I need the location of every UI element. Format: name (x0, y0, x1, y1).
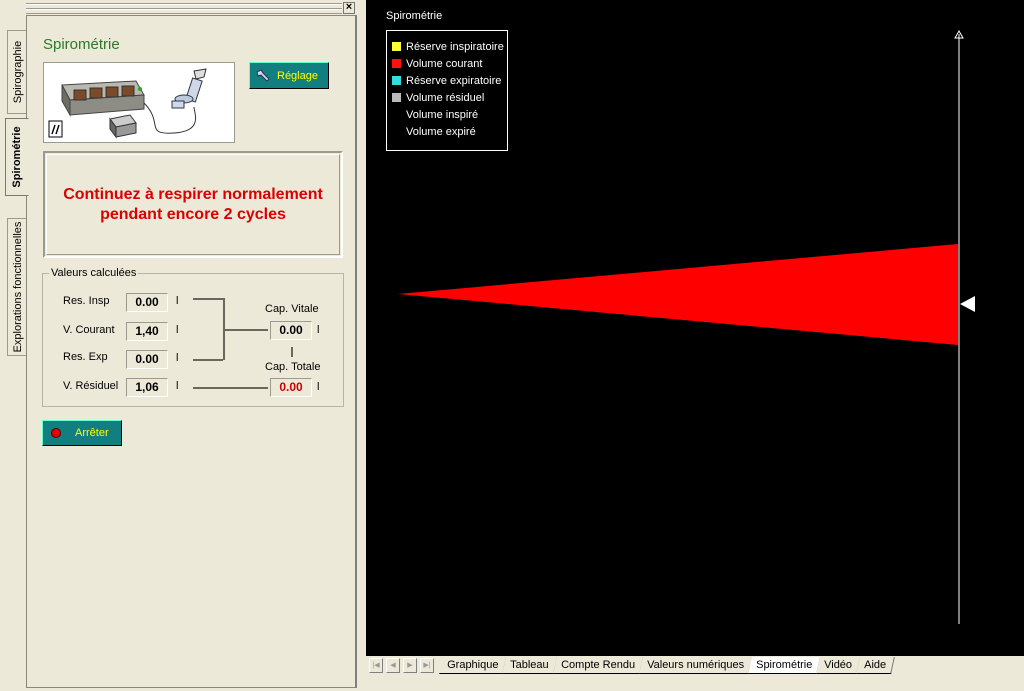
tab-aide[interactable]: Aide (856, 657, 895, 674)
cap-vitale-label: Cap. Vitale (265, 303, 319, 315)
res-insp-value: 0.00 (126, 293, 168, 312)
cap-vitale-unit: l (317, 324, 320, 336)
chart-legend: Réserve inspiratoire Volume courant Rése… (386, 30, 508, 151)
legend-item-reserve-inspiratoire: Réserve inspiratoire (387, 39, 507, 56)
spirometry-chart-area: Spirométrie Réserve inspiratoire Volume … (366, 0, 1024, 656)
spirometer-illustration (48, 68, 207, 139)
instruction-message: Continuez à respirer normalement pendant… (63, 185, 323, 223)
sheet-tabs: Graphique Tableau Compte Rendu Valeurs n… (439, 657, 895, 675)
v-residuel-label: V. Résiduel (63, 380, 119, 392)
tab-graphique[interactable]: Graphique (439, 657, 508, 674)
values-legend: Valeurs calculées (49, 267, 139, 279)
spirometer-device-image (43, 62, 235, 143)
next-tab-button[interactable]: ▶ (403, 658, 417, 673)
v-courant-value: 1,40 (126, 322, 168, 341)
tab-spirometrie[interactable]: Spirométrie (5, 118, 29, 196)
v-courant-label: V. Courant (63, 324, 115, 336)
cap-vitale-value: 0.00 (270, 321, 312, 340)
cap-totale-value: 0.00 (270, 378, 312, 397)
tab-compte-rendu[interactable]: Compte Rendu (553, 657, 644, 674)
close-button[interactable]: × (343, 2, 355, 14)
res-exp-value: 0.00 (126, 350, 168, 369)
panel-grip[interactable] (26, 1, 342, 14)
res-exp-label: Res. Exp (63, 351, 108, 363)
tab-spirometrie-sheet[interactable]: Spirométrie (748, 657, 821, 674)
wrench-icon (256, 68, 270, 82)
cap-totale-label: Cap. Totale (265, 361, 321, 373)
legend-item-reserve-expiratoire: Réserve expiratoire (387, 73, 507, 90)
left-panel: × Spirographie Spirométrie Explorations … (0, 0, 366, 691)
cap-totale-unit: l (317, 381, 320, 393)
first-icon: |◀ (372, 662, 380, 669)
bottom-tab-bar: |◀ ◀ ▶ ▶| Graphique Tableau Compte Rendu… (366, 656, 1024, 691)
res-exp-unit: l (176, 352, 179, 364)
legend-item-volume-inspire: Volume inspiré (406, 109, 479, 121)
prev-icon: ◀ (390, 662, 396, 669)
v-residuel-value: 1,06 (126, 378, 168, 397)
v-courant-unit: l (176, 324, 179, 336)
res-insp-label: Res. Insp (63, 295, 110, 307)
last-icon: ▶| (423, 662, 431, 669)
prev-tab-button[interactable]: ◀ (386, 658, 400, 673)
instruction-message-box: Continuez à respirer normalement pendant… (43, 151, 343, 258)
legend-item-volume-expire: Volume expiré (406, 126, 476, 138)
stop-record-icon (51, 428, 61, 438)
current-value-marker (960, 296, 975, 312)
legend-item-volume-courant: Volume courant (387, 56, 507, 73)
volume-wedge (398, 244, 958, 345)
tab-spirographie[interactable]: Spirographie (7, 30, 28, 114)
reglage-button[interactable]: Réglage (249, 62, 329, 89)
last-tab-button[interactable]: ▶| (420, 658, 434, 673)
next-icon: ▶ (407, 662, 413, 669)
calculated-values-group: Valeurs calculées Res. Insp 0.00 l V. Co… (42, 267, 344, 407)
legend-item-volume-residuel: Volume résiduel (387, 90, 507, 107)
res-insp-unit: l (176, 295, 179, 307)
arreter-button[interactable]: Arrêter (42, 420, 122, 446)
v-residuel-unit: l (176, 380, 179, 392)
tab-valeurs-numeriques[interactable]: Valeurs numériques (639, 657, 753, 674)
tab-video[interactable]: Vidéo (816, 657, 861, 674)
close-icon: × (345, 1, 353, 13)
tab-explorations-fonctionnelles[interactable]: Explorations fonctionnelles (7, 218, 28, 356)
chart-title: Spirométrie (386, 10, 443, 22)
tab-tableau[interactable]: Tableau (502, 657, 558, 674)
panel-title: Spirométrie (43, 36, 120, 53)
first-tab-button[interactable]: |◀ (369, 658, 383, 673)
